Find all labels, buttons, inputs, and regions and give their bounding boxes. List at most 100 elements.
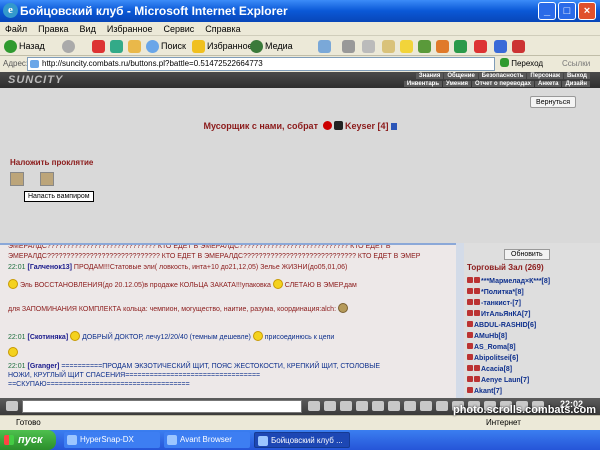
user-item[interactable]: ABDUL-RASHID[6] — [467, 321, 536, 329]
back-button[interactable]: Назад — [4, 38, 45, 54]
user-item[interactable]: AMuHb[8] — [467, 332, 507, 340]
task-avant[interactable]: Avant Browser — [164, 432, 250, 448]
settings-icon[interactable] — [436, 401, 448, 411]
menu-bar: Файл Правка Вид Избранное Сервис Справка — [0, 22, 600, 36]
info-icon[interactable] — [390, 123, 397, 130]
user-item[interactable]: Acacia[8] — [467, 365, 512, 373]
edit-icon[interactable] — [362, 40, 375, 53]
nav-inventory[interactable]: Инвентарь — [403, 81, 443, 87]
fight-icon[interactable] — [372, 401, 384, 411]
refresh-icon[interactable] — [110, 40, 123, 53]
plugin2-icon[interactable] — [436, 40, 449, 53]
menu-favorites[interactable]: Избранное — [107, 24, 153, 34]
tool2-icon[interactable] — [512, 40, 525, 53]
nav-transfers[interactable]: Отчет о переводах — [472, 81, 534, 87]
nav-character[interactable]: Персонаж — [527, 73, 563, 79]
menu-file[interactable]: Файл — [5, 24, 27, 34]
smile-icon — [252, 331, 263, 341]
nav-design[interactable]: Дизайн — [562, 81, 590, 87]
stop-icon[interactable] — [92, 40, 105, 53]
clan-icon — [474, 288, 480, 294]
status-bar: Готово Интернет — [0, 415, 600, 429]
return-button[interactable]: Вернуться — [530, 96, 576, 108]
chat-nick[interactable]: [Скотиняка] — [27, 334, 68, 341]
media-button[interactable]: Медиа — [250, 38, 293, 54]
close-button[interactable]: × — [578, 2, 596, 20]
map-icon[interactable] — [388, 401, 400, 411]
chat-nick[interactable]: [Галченок13] — [27, 264, 71, 271]
user-item[interactable]: Abipolitsei[6] — [467, 354, 518, 362]
nav-exit[interactable]: Выход — [563, 73, 590, 79]
align-icon — [322, 121, 332, 130]
update-button[interactable]: Обновить — [504, 249, 550, 260]
start-button[interactable]: пуск — [0, 430, 56, 450]
chat-input[interactable] — [22, 400, 302, 413]
chat-nick[interactable]: [Granger] — [27, 363, 59, 370]
star-icon — [192, 39, 205, 53]
user-icon — [467, 321, 473, 327]
task-hypersnap[interactable]: HyperSnap-DX — [64, 432, 160, 448]
menu-help[interactable]: Справка — [205, 24, 240, 34]
go-button[interactable]: Переход — [500, 56, 543, 72]
nav-security[interactable]: Безопасность — [478, 73, 527, 79]
send-icon[interactable] — [308, 401, 320, 411]
search-button[interactable]: Поиск — [146, 38, 186, 54]
mail-icon[interactable] — [318, 40, 331, 53]
chat-line: Эль ВОССТАНОВЛЕНИЯ(до 20.12.05)в продаже… — [8, 279, 357, 289]
filter-icon[interactable] — [340, 401, 352, 411]
user-item[interactable]: AS_Roma[8] — [467, 343, 516, 351]
nav-bottom: Инвентарь Умения Отчет о переводах Анкет… — [403, 81, 590, 87]
mail-icon[interactable] — [420, 401, 432, 411]
trade-icon[interactable] — [404, 401, 416, 411]
clear-icon[interactable] — [324, 401, 336, 411]
task-combats[interactable]: Бойцовский клуб ... — [254, 432, 350, 448]
favorites-button[interactable]: Избранное — [192, 38, 253, 54]
user-item[interactable]: Akant[7] — [467, 387, 502, 395]
opponent-name[interactable]: Keyser [4] — [345, 121, 389, 131]
at-icon[interactable] — [474, 40, 487, 53]
user-icon — [467, 277, 473, 283]
menu-edit[interactable]: Правка — [38, 24, 68, 34]
home-icon[interactable] — [128, 40, 141, 53]
battle-title: Мусорщик с нами, собрат Keyser [4] — [0, 121, 600, 131]
chat-line: ЭМЕРАЛДС???????????????????????????? КТО… — [8, 243, 391, 250]
toolbar: Назад Поиск Избранное Медиа — [0, 36, 600, 56]
tool-icon[interactable] — [494, 40, 507, 53]
notes-icon[interactable] — [400, 40, 413, 53]
print-icon[interactable] — [342, 40, 355, 53]
messenger-icon[interactable] — [454, 40, 467, 53]
user-item[interactable]: Aenye Laun[7] — [467, 376, 529, 384]
site-logo: SUNCITY — [1, 72, 71, 89]
user-item[interactable]: -танкист-[7] — [467, 299, 521, 307]
scroll-icon[interactable] — [40, 172, 54, 186]
nav-chat[interactable]: Общение — [444, 73, 478, 79]
plugin-icon[interactable] — [418, 40, 431, 53]
vampire-attack-icon[interactable] — [10, 172, 24, 186]
user-item[interactable]: ***Мармелад×К***[8] — [467, 277, 550, 285]
maximize-button[interactable]: □ — [558, 2, 576, 20]
minimize-button[interactable]: _ — [538, 2, 556, 20]
menu-tools[interactable]: Сервис — [163, 24, 194, 34]
smile-icon — [272, 279, 283, 289]
chat-line: 22:01 [Скотиняка] ДОБРЫЙ ДОКТОР, лечу12/… — [8, 331, 334, 341]
media-icon — [250, 39, 263, 53]
chat-line: 22:01 [Галченок13] ПРОДАМ!!!Статовые эли… — [8, 264, 348, 271]
chat-scrollbar[interactable] — [456, 243, 464, 398]
smiles-icon[interactable] — [6, 401, 18, 411]
nav-skills[interactable]: Умения — [443, 81, 472, 87]
battle-panel: Вернуться Мусорщик с нами, собрат Keyser… — [0, 88, 600, 243]
links-button[interactable]: Ссылки — [562, 56, 590, 72]
user-item[interactable]: *Политка*[8] — [467, 288, 524, 296]
status-text: Готово — [16, 418, 41, 427]
nav-profile[interactable]: Анкета — [534, 81, 562, 87]
address-label: Адрес: — [3, 59, 29, 68]
discuss-icon[interactable] — [382, 40, 395, 53]
sound-icon[interactable] — [356, 401, 368, 411]
user-item[interactable]: ИтАльЯнКА[7] — [467, 310, 530, 318]
address-input[interactable]: http://suncity.combats.ru/buttons.pl?bat… — [27, 57, 495, 71]
forward-button[interactable] — [62, 38, 75, 54]
user-icon — [467, 310, 473, 316]
menu-view[interactable]: Вид — [80, 24, 96, 34]
nav-knowledge[interactable]: Знания — [415, 73, 444, 79]
user-icon — [467, 288, 473, 294]
